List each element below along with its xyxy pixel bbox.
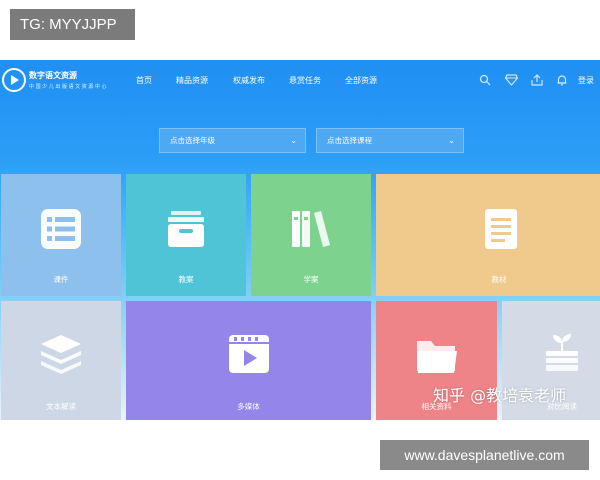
- tile-courseware[interactable]: 课件: [1, 174, 121, 296]
- chevron-down-icon: ⌄: [448, 136, 455, 145]
- tile-multimedia[interactable]: 多媒体: [126, 301, 371, 420]
- logo-play-icon: [2, 68, 26, 92]
- logo-subtitle: 中 国 少 儿 出 版 语 文 资 源 中 心: [29, 84, 107, 90]
- grade-select-text: 点击选择年级: [170, 136, 215, 145]
- archive-box-icon: [168, 211, 204, 247]
- page: TG: MYYJJPP 数字语文资源 中 国 少 儿 出 版 语 文 资 源 中…: [0, 0, 600, 480]
- site-logo[interactable]: 数字语文资源 中 国 少 儿 出 版 语 文 资 源 中 心: [2, 66, 106, 98]
- nav-item-bounty[interactable]: 悬赏任务: [289, 75, 321, 86]
- tile-label: 教案: [178, 275, 194, 284]
- tile-study-guides[interactable]: 学案: [251, 174, 371, 296]
- nav-item-all-resources[interactable]: 全部资源: [345, 75, 377, 86]
- nav-item-home[interactable]: 首页: [136, 75, 152, 86]
- tile-label: 教材: [491, 275, 507, 284]
- video-icon: [229, 335, 269, 373]
- tile-label: 多媒体: [237, 402, 260, 411]
- nav-item-premium[interactable]: 精品资源: [176, 75, 208, 86]
- bell-icon[interactable]: [555, 74, 569, 88]
- course-select-text: 点击选择课程: [327, 136, 372, 145]
- tile-label: 课件: [53, 275, 69, 284]
- plant-icon: [546, 334, 578, 371]
- tile-text-interpretation[interactable]: 文本解读: [1, 301, 121, 420]
- grade-select[interactable]: 点击选择年级 ⌄: [159, 128, 306, 153]
- layers-icon: [41, 335, 81, 374]
- course-select[interactable]: 点击选择课程 ⌄: [316, 128, 464, 153]
- tile-label: 学案: [303, 275, 319, 284]
- books-icon: [292, 211, 330, 247]
- website-screenshot: 数字语文资源 中 国 少 儿 出 版 语 文 资 源 中 心 首页 精品资源 权…: [0, 60, 600, 420]
- list-icon: [41, 209, 81, 249]
- tile-textbooks[interactable]: 教材: [376, 174, 600, 296]
- nav-item-official[interactable]: 权威发布: [233, 75, 265, 86]
- navbar: 数字语文资源 中 国 少 儿 出 版 语 文 资 源 中 心 首页 精品资源 权…: [0, 60, 600, 104]
- search-icon[interactable]: [478, 74, 492, 88]
- url-label: www.davesplanetlive.com: [380, 440, 589, 470]
- upload-icon[interactable]: [530, 74, 544, 88]
- folder-icon: [417, 341, 457, 373]
- logo-title: 数字语文资源: [29, 71, 77, 80]
- tag-label: TG: MYYJJPP: [10, 9, 135, 40]
- tile-lesson-plans[interactable]: 教案: [126, 174, 246, 296]
- chevron-down-icon: ⌄: [290, 136, 297, 145]
- tile-label: 文本解读: [46, 402, 76, 411]
- login-link[interactable]: 登录: [578, 75, 594, 86]
- document-icon: [485, 209, 517, 249]
- watermark: 知乎 @教培袁老师: [433, 386, 567, 405]
- diamond-icon[interactable]: [504, 74, 518, 88]
